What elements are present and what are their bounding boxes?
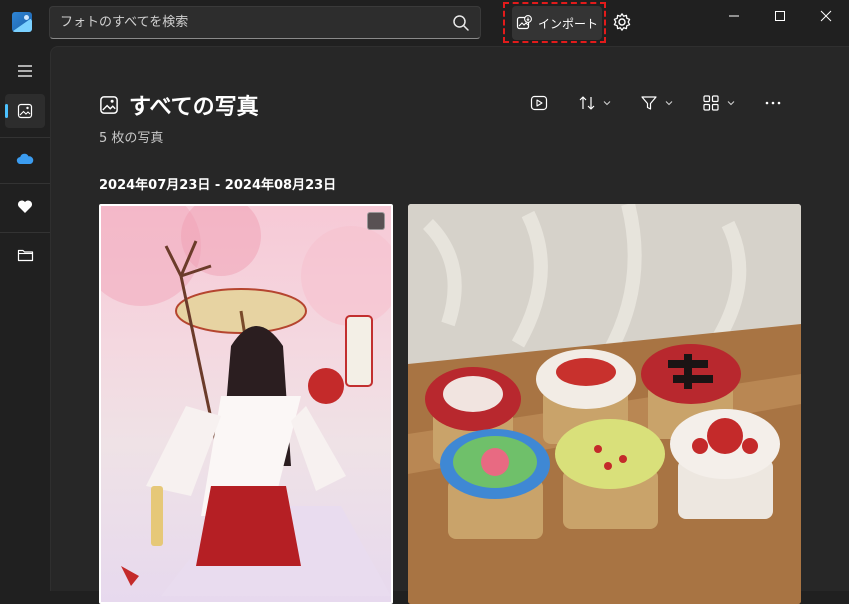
hamburger-icon <box>18 65 32 77</box>
anime-illustration-image <box>101 206 391 596</box>
filter-icon <box>641 96 657 110</box>
gear-icon[interactable] <box>612 12 632 32</box>
photos-app-logo <box>12 12 32 32</box>
play-icon <box>530 95 548 111</box>
import-button-label: インポート <box>537 16 598 31</box>
more-icon <box>765 101 781 105</box>
sidebar-item-all-photos[interactable] <box>5 94 45 128</box>
import-button[interactable]: インポート <box>512 6 602 40</box>
sidebar-divider <box>0 183 50 184</box>
maximize-icon <box>775 11 785 21</box>
main-content: すべての写真 5 枚の写真 2024年07月23日 - 2024年08月23日 <box>50 46 849 604</box>
filter-button[interactable] <box>640 91 674 115</box>
slideshow-button[interactable] <box>530 91 548 115</box>
photo-count: 5 枚の写真 <box>99 131 164 146</box>
active-indicator <box>5 104 8 118</box>
search-input[interactable] <box>50 7 440 38</box>
sort-icon <box>579 96 595 110</box>
sidebar-item-onedrive[interactable] <box>5 142 45 176</box>
sidebar-item-favorites[interactable] <box>5 189 45 223</box>
title-bar: インポート <box>0 0 849 46</box>
minimize-icon <box>729 15 739 17</box>
page-header: すべての写真 <box>99 89 259 121</box>
cupcakes-image <box>408 204 801 604</box>
cloud-icon <box>16 153 34 165</box>
sidebar-divider <box>0 232 50 233</box>
search-icon[interactable] <box>452 14 470 32</box>
import-icon <box>516 15 532 30</box>
chevron-down-icon <box>603 101 611 106</box>
chevron-down-icon <box>665 101 673 106</box>
sidebar-item-menu[interactable] <box>5 54 45 88</box>
photos-icon <box>17 103 33 119</box>
photo-thumbnail[interactable] <box>99 204 393 604</box>
date-range-heading: 2024年07月23日 - 2024年08月23日 <box>99 178 337 193</box>
heart-icon <box>17 199 33 213</box>
close-icon <box>820 10 832 22</box>
chevron-down-icon <box>727 101 735 106</box>
grid-icon <box>703 95 719 111</box>
sidebar <box>0 46 50 591</box>
sidebar-divider <box>0 137 50 138</box>
view-button[interactable] <box>702 91 736 115</box>
sidebar-item-folders[interactable] <box>5 238 45 272</box>
search-box[interactable] <box>49 6 481 39</box>
photo-thumbnail[interactable] <box>408 204 801 604</box>
page-title: すべての写真 <box>129 95 259 120</box>
maximize-button[interactable] <box>757 0 803 32</box>
more-options-button[interactable] <box>764 91 782 115</box>
select-checkbox[interactable] <box>367 212 385 230</box>
photos-icon <box>100 96 118 114</box>
folder-icon <box>17 249 33 262</box>
close-button[interactable] <box>803 0 849 32</box>
minimize-button[interactable] <box>711 0 757 32</box>
sort-button[interactable] <box>578 91 612 115</box>
